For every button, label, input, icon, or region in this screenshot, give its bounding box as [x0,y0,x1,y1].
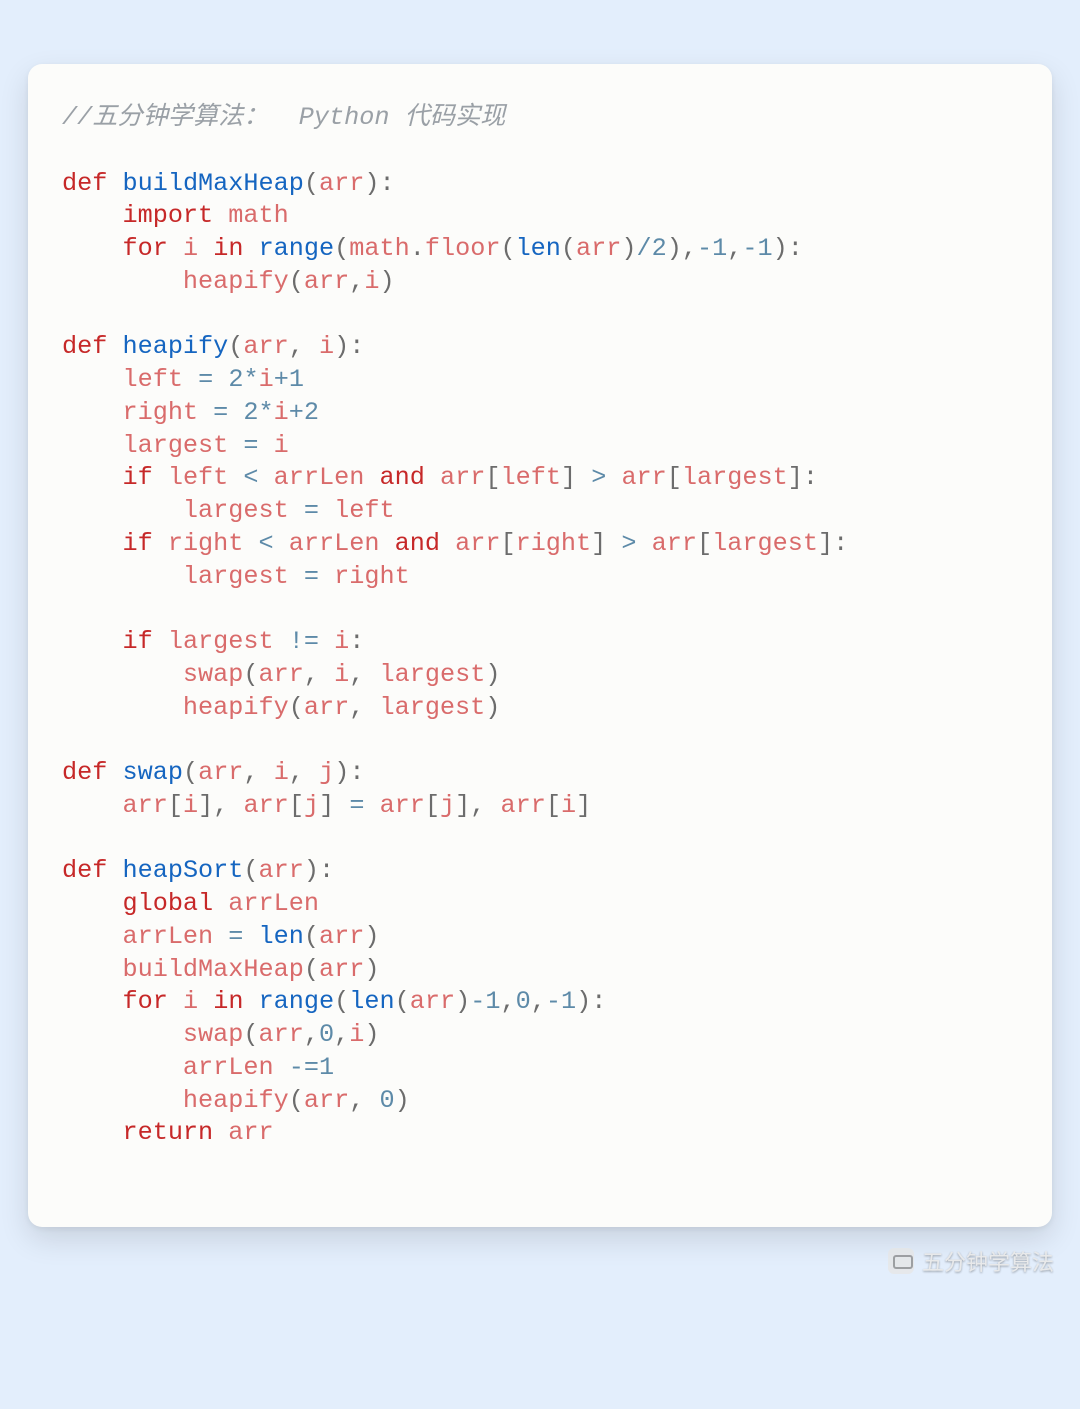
watermark: 五分钟学算法 [888,1245,1054,1277]
wechat-icon [888,1248,914,1274]
fn-heapSort: heapSort [122,856,243,885]
code-card: //五分钟学算法： Python 代码实现 def buildMaxHeap(a… [28,64,1052,1227]
watermark-text: 五分钟学算法 [922,1245,1054,1277]
fn-heapify: heapify [122,332,228,361]
kw-def: def [62,169,107,198]
code-comment: //五分钟学算法： Python 代码实现 [62,103,505,132]
code-block: //五分钟学算法： Python 代码实现 def buildMaxHeap(a… [62,102,1018,1150]
call-heapify: heapify [183,267,289,296]
fn-buildMaxHeap: buildMaxHeap [122,169,303,198]
fn-swap: swap [122,758,182,787]
